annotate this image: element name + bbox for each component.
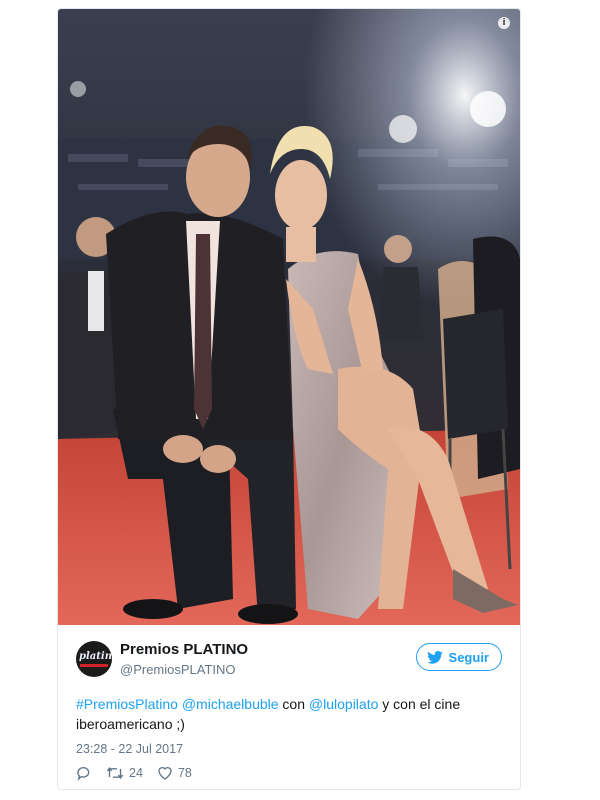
author-handle[interactable]: @PremiosPLATINO bbox=[120, 662, 236, 677]
mention-link[interactable]: @lulopilato bbox=[309, 696, 378, 712]
like-count: 78 bbox=[177, 766, 192, 780]
follow-button[interactable]: Seguir bbox=[415, 643, 502, 671]
tweet-actions: 24 78 bbox=[76, 765, 192, 781]
like-button[interactable]: 78 bbox=[157, 765, 192, 781]
reply-icon bbox=[77, 767, 90, 781]
tweet-text-segment: con bbox=[278, 696, 309, 712]
tweet-text: #PremiosPlatino @michaelbuble con @lulop… bbox=[76, 694, 506, 734]
tweet-photo[interactable]: i bbox=[58, 9, 520, 625]
photo-illustration bbox=[58, 9, 520, 625]
twitter-bird-icon bbox=[426, 650, 443, 664]
follow-button-label: Seguir bbox=[448, 649, 489, 665]
mention-link[interactable]: @michaelbuble bbox=[182, 696, 279, 712]
reply-button[interactable] bbox=[76, 765, 92, 781]
retweet-count: 24 bbox=[129, 766, 143, 780]
tweet-timestamp[interactable]: 23:28 - 22 Jul 2017 bbox=[76, 742, 183, 756]
avatar[interactable]: platino bbox=[76, 641, 112, 677]
avatar-logo-text: platino bbox=[79, 651, 112, 662]
info-icon[interactable]: i bbox=[498, 17, 510, 29]
retweet-button[interactable]: 24 bbox=[106, 765, 143, 781]
avatar-logo-bar bbox=[80, 664, 108, 667]
embedded-tweet-card: i platino Premios PLATINO @PremiosPLATIN… bbox=[57, 8, 521, 790]
retweet-icon bbox=[106, 767, 124, 779]
hashtag-link[interactable]: #PremiosPlatino bbox=[76, 696, 178, 712]
heart-icon bbox=[158, 767, 172, 780]
tweet-author: platino Premios PLATINO @PremiosPLATINO … bbox=[76, 639, 502, 683]
author-display-name[interactable]: Premios PLATINO bbox=[120, 641, 248, 658]
